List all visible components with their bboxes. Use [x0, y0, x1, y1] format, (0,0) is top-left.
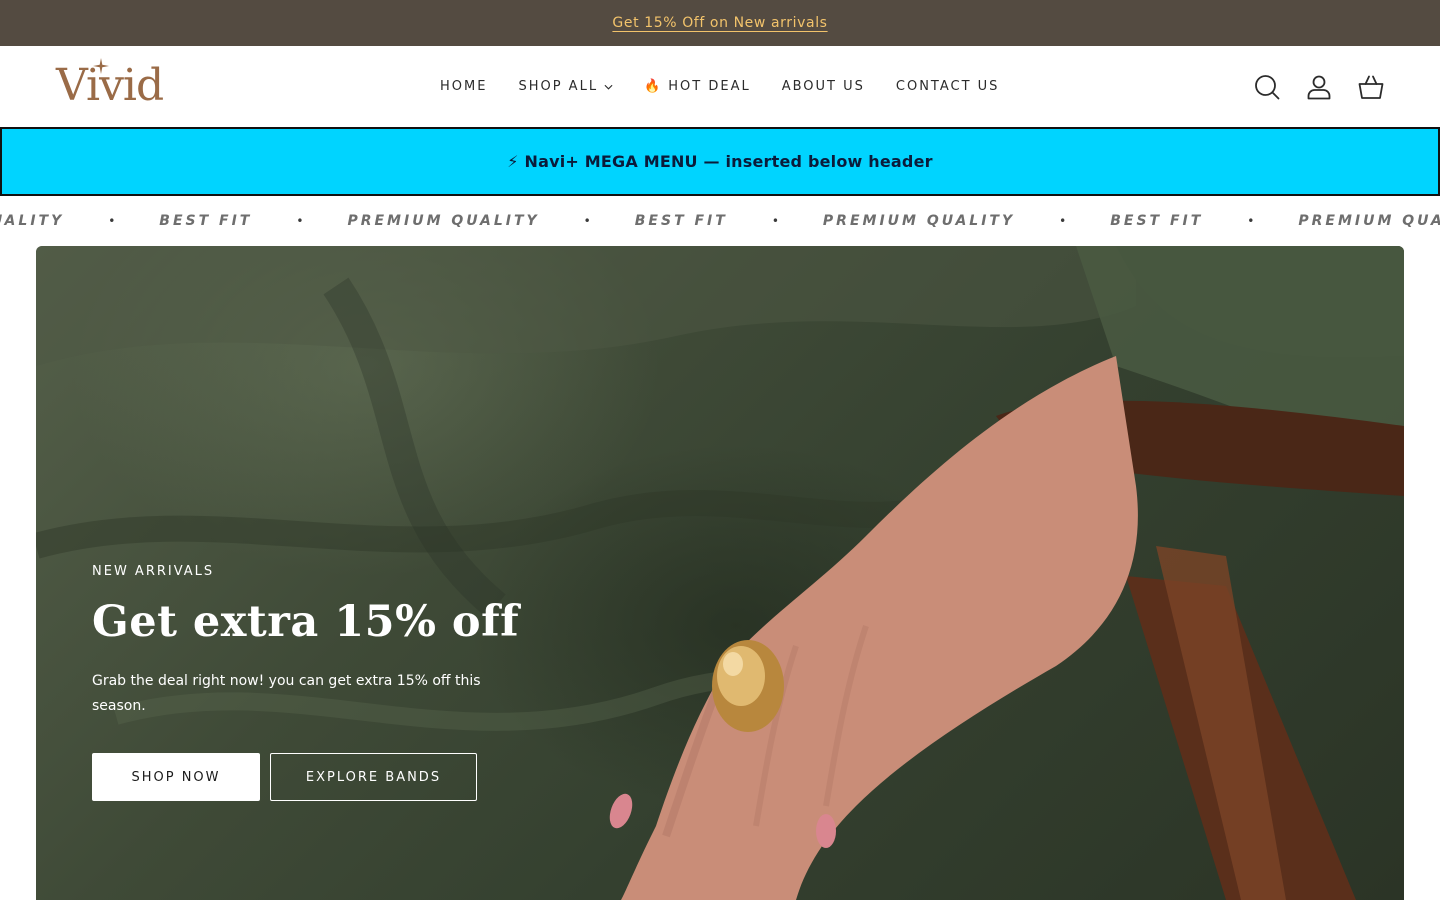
mega-menu-banner[interactable]: ⚡ Navi+ MEGA MENU — inserted below heade…	[0, 127, 1440, 196]
marquee-separator: •	[296, 214, 304, 228]
site-header: Vivid HOME SHOP ALL 🔥 HOT DEAL ABOUT US …	[0, 46, 1440, 127]
shop-now-button[interactable]: SHOP NOW	[92, 753, 260, 801]
nav-item-label: SHOP ALL	[518, 79, 599, 94]
logo-text: Vivid	[56, 60, 164, 111]
marquee-separator: •	[771, 214, 779, 228]
hero-eyebrow: NEW ARRIVALS	[92, 564, 215, 579]
logo[interactable]: Vivid	[56, 58, 164, 112]
marquee-item: PREMIUM QUALITY	[347, 213, 540, 229]
explore-bands-button[interactable]: EXPLORE BANDS	[270, 753, 477, 801]
search-icon[interactable]	[1254, 74, 1280, 100]
marquee-strip: PREMIUM QUALITY • BEST FIT • PREMIUM QUA…	[0, 196, 1440, 246]
hero-banner: NEW ARRIVALS Get extra 15% off Grab the …	[36, 246, 1404, 900]
mega-menu-label: ⚡ Navi+ MEGA MENU — inserted below heade…	[507, 152, 933, 171]
nav-item-about-us[interactable]: ABOUT US	[782, 79, 865, 94]
sparkle-icon	[93, 58, 109, 74]
marquee-separator: •	[1247, 214, 1255, 228]
marquee-item: BEST FIT	[159, 213, 253, 229]
announcement-bar: Get 15% Off on New arrivals	[0, 0, 1440, 46]
nav-item-label: HOME	[440, 79, 488, 94]
account-icon[interactable]	[1306, 74, 1332, 100]
main-nav: HOME SHOP ALL 🔥 HOT DEAL ABOUT US CONTAC…	[440, 46, 999, 127]
nav-item-label: HOT DEAL	[668, 79, 751, 94]
marquee-separator: •	[583, 214, 591, 228]
nav-item-hot-deal[interactable]: 🔥 HOT DEAL	[644, 79, 751, 94]
marquee-item: PREMIUM QUALITY	[0, 213, 65, 229]
marquee-item: PREMIUM QUALITY	[822, 213, 1016, 229]
chevron-down-icon	[604, 84, 613, 90]
marquee-item: BEST FIT	[1110, 213, 1204, 229]
marquee-separator: •	[1059, 214, 1067, 228]
marquee-item: PREMIUM QUALITY	[1298, 213, 1440, 229]
cart-icon[interactable]	[1358, 74, 1384, 100]
marquee-track: PREMIUM QUALITY • BEST FIT • PREMIUM QUA…	[0, 196, 1440, 246]
nav-item-label: CONTACT US	[895, 79, 1000, 94]
marquee-separator: •	[108, 214, 116, 228]
hero-headline: Get extra 15% off	[92, 597, 520, 647]
hero-cta-group: SHOP NOW EXPLORE BANDS	[92, 753, 519, 801]
nav-item-home[interactable]: HOME	[440, 79, 487, 94]
hero-description: Grab the deal right now! you can get ext…	[92, 673, 481, 714]
header-actions	[1254, 46, 1384, 127]
nav-item-contact-us[interactable]: CONTACT US	[896, 79, 1000, 94]
announcement-link[interactable]: Get 15% Off on New arrivals	[612, 15, 827, 31]
nav-item-shop-all[interactable]: SHOP ALL	[518, 79, 613, 94]
fire-icon: 🔥	[644, 79, 663, 94]
hero-content: NEW ARRIVALS Get extra 15% off Grab the …	[92, 564, 519, 801]
marquee-item: BEST FIT	[634, 213, 728, 229]
nav-item-label: ABOUT US	[781, 79, 865, 94]
